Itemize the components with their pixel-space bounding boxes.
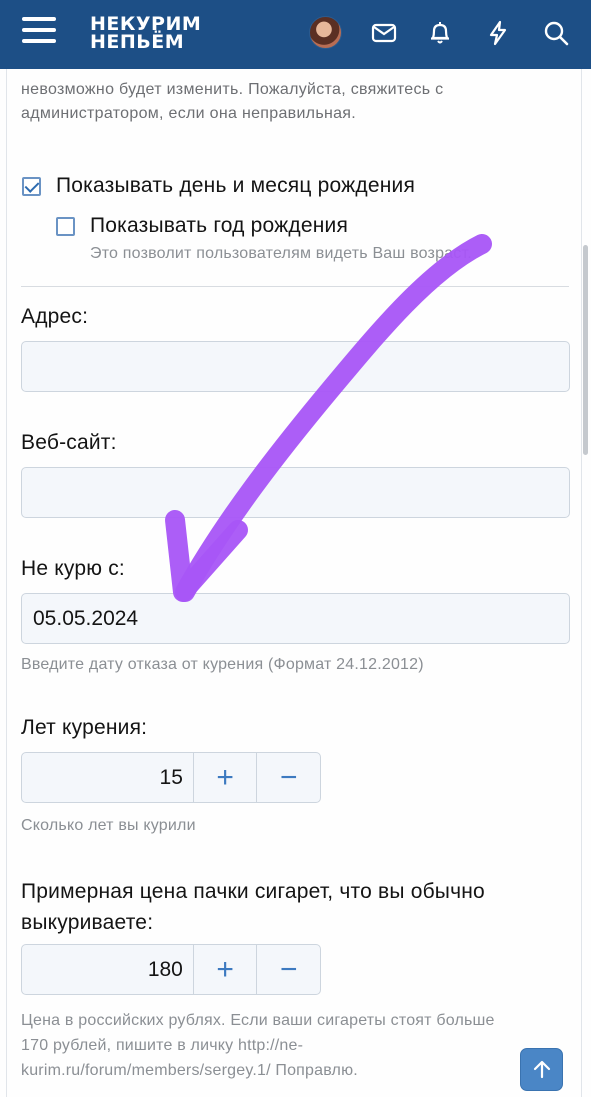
quit-date-input[interactable] [21, 593, 570, 644]
lightning-icon[interactable] [484, 19, 512, 47]
quit-date-hint: Введите дату отказа от курения (Формат 2… [21, 656, 424, 673]
years-smoking-hint: Сколько лет вы курили [21, 817, 196, 834]
scroll-to-top-button[interactable] [520, 1048, 563, 1091]
pack-price-label: Примерная цена пачки сигарет, что вы обы… [21, 876, 485, 938]
pack-price-label-line-2: выкуриваете: [21, 911, 154, 934]
pack-price-hint-line-1: Цена в российских рублях. Если ваши сига… [21, 1012, 495, 1029]
checkbox-unchecked-icon[interactable] [56, 216, 75, 236]
dob-note-line-1: невозможно будет изменить. Пожалуйста, с… [21, 81, 444, 98]
menu-icon[interactable] [22, 17, 56, 47]
dob-note-line-2: администратором, если она неправильная. [21, 105, 356, 122]
quit-date-label: Не курю с: [21, 557, 125, 580]
website-input[interactable] [21, 467, 570, 518]
show-year-label: Показывать год рождения [90, 214, 349, 237]
mail-icon[interactable] [370, 19, 398, 47]
pack-price-label-line-1: Примерная цена пачки сигарет, что вы обы… [21, 880, 485, 903]
dob-note: невозможно будет изменить. Пожалуйста, с… [21, 78, 561, 126]
bell-icon[interactable] [426, 19, 454, 47]
years-smoking-label: Лет курения: [21, 716, 148, 739]
checkbox-checked-icon[interactable] [22, 176, 41, 196]
years-increment-button[interactable]: + [192, 753, 257, 802]
years-smoking-stepper: 15 + − [21, 752, 321, 803]
dob-note-cut-line [21, 68, 581, 76]
section-divider [21, 286, 569, 287]
address-label: Адрес: [21, 305, 89, 328]
scrollbar[interactable] [583, 245, 588, 455]
website-label: Веб-сайт: [21, 431, 117, 454]
logo-line-2: НЕПЬЁМ [90, 31, 185, 53]
site-header: НЕКУРИМ НЕПЬЁМ [0, 0, 591, 69]
show-year-checkbox[interactable]: Показывать год рождения [56, 214, 348, 238]
site-logo[interactable]: НЕКУРИМ НЕПЬЁМ [90, 15, 201, 53]
pack-price-hint-line-3: kurim.ru/forum/members/sergey.1/ Поправл… [21, 1062, 358, 1079]
arrow-up-icon [533, 1060, 550, 1078]
pack-price-hint-line-2: 170 рублей, пишите в личку http://ne- [21, 1037, 304, 1054]
pack-price-stepper: 180 + − [21, 944, 321, 995]
avatar[interactable] [309, 16, 342, 49]
years-smoking-value[interactable]: 15 [22, 753, 193, 802]
search-icon[interactable] [542, 19, 570, 47]
price-increment-button[interactable]: + [192, 945, 257, 994]
pack-price-value[interactable]: 180 [22, 945, 193, 994]
address-input[interactable] [21, 341, 570, 392]
show-day-month-checkbox[interactable]: Показывать день и месяц рождения [22, 174, 415, 198]
price-decrement-button[interactable]: − [256, 945, 320, 994]
show-year-hint: Это позволит пользователям видеть Ваш во… [90, 245, 472, 262]
years-decrement-button[interactable]: − [256, 753, 320, 802]
pack-price-hint: Цена в российских рублях. Если ваши сига… [21, 1008, 581, 1083]
show-day-month-label: Показывать день и месяц рождения [56, 174, 416, 197]
